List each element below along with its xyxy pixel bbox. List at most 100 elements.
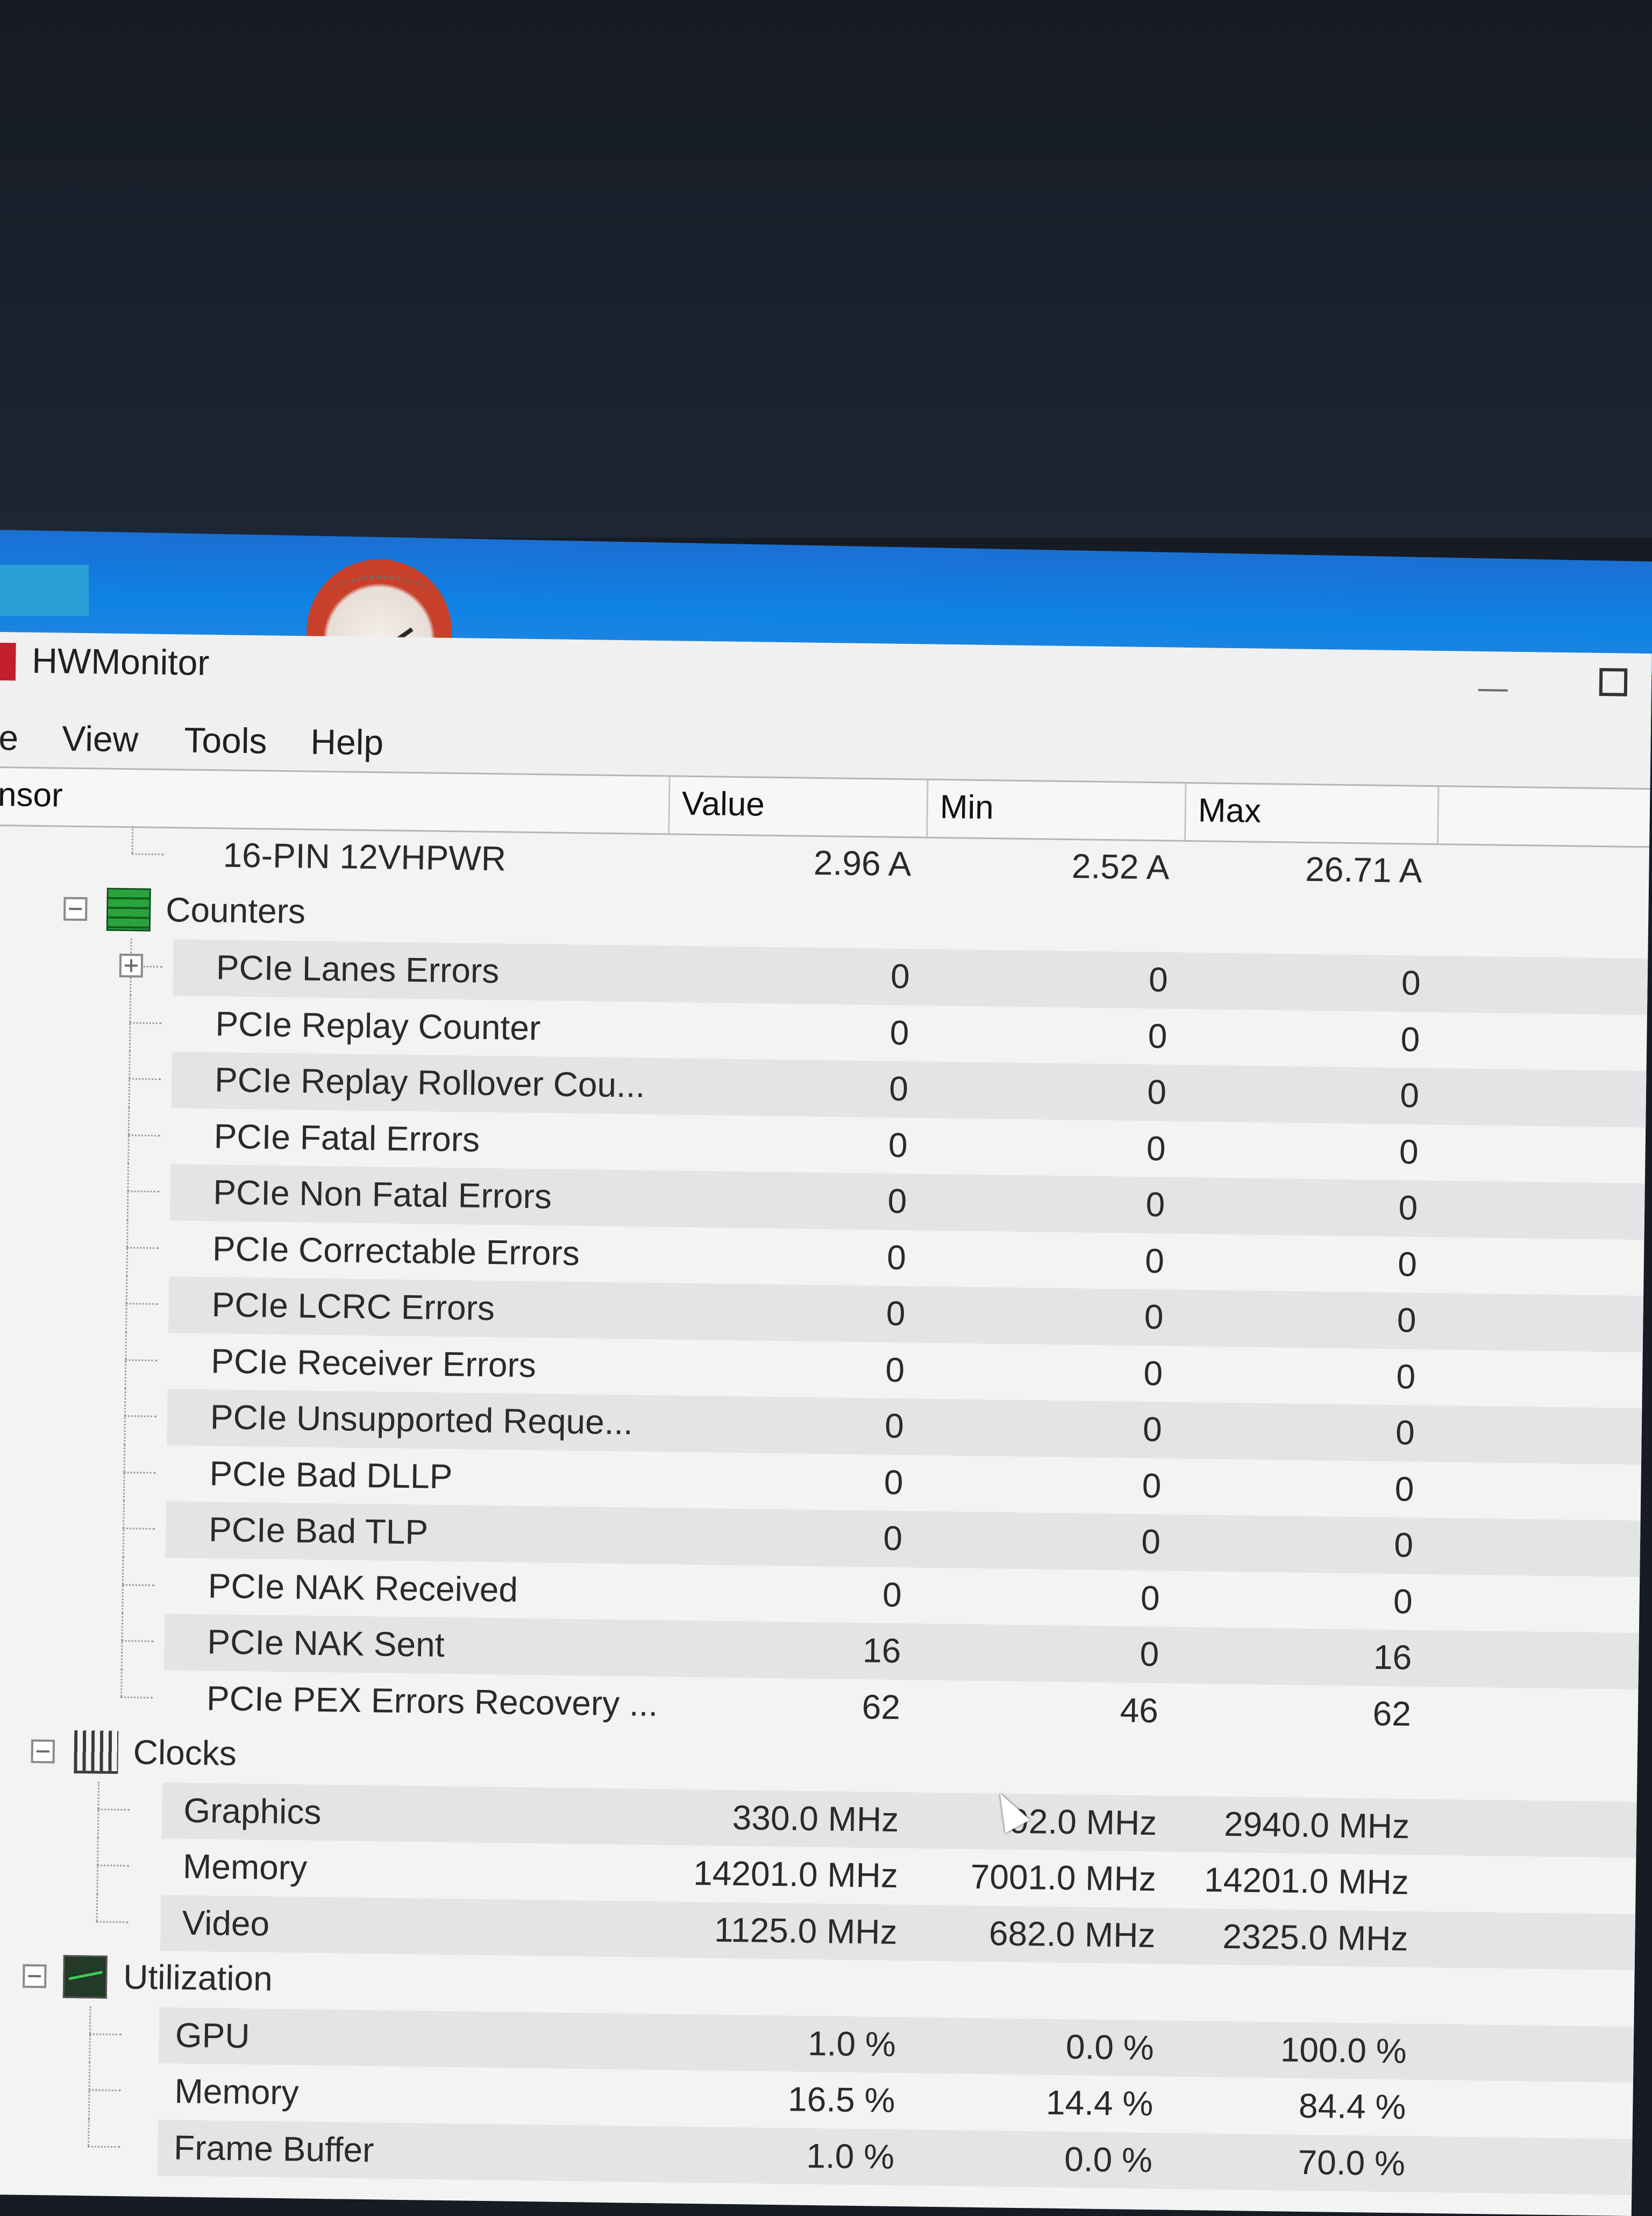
sensor-max: 0 (1397, 1244, 1418, 1284)
sensor-max: 0 (1396, 1356, 1416, 1396)
minimize-button[interactable] (1472, 667, 1516, 711)
collapse-toggle[interactable] (63, 897, 88, 921)
sensor-name: PCIe NAK Received (208, 1566, 518, 1609)
sensor-min: 0 (1144, 1297, 1164, 1337)
sensor-max: 0 (1393, 1581, 1413, 1621)
sensor-name: PCIe Correctable Errors (212, 1228, 580, 1273)
utilization-rows: GPU 1.0 % 0.0 % 100.0 % Memory 16.5 % 14.4 % 84… (0, 2005, 1634, 2195)
sensor-name: PCIe PEX Errors Recovery ... (206, 1678, 658, 1723)
taskbar-tile[interactable] (0, 565, 89, 616)
sensor-name: PCIe LCRC Errors (211, 1285, 495, 1328)
tree-branch (121, 1640, 154, 1642)
collapse-toggle[interactable] (23, 1964, 47, 1988)
sensor-value: 16 (862, 1631, 901, 1671)
sensor-value: 0 (886, 1294, 906, 1333)
sensor-min: 2.52 A (1071, 847, 1170, 887)
sensor-max: 2940.0 MHz (1223, 1804, 1410, 1845)
collapse-toggle[interactable] (31, 1739, 55, 1764)
sensor-value: 330.0 MHz (732, 1798, 899, 1839)
sensor-max: 0 (1395, 1413, 1415, 1452)
sensor-min: 0 (1147, 1073, 1167, 1112)
sensor-name: Graphics (183, 1791, 322, 1831)
hwmonitor-window: HWMonitor e View Tools Help nsor Value M… (0, 632, 1652, 2216)
tree-line (88, 2118, 90, 2146)
sensor-name: Video (182, 1903, 270, 1943)
tree-line (96, 1894, 98, 1921)
sensor-max: 84.4 % (1298, 2086, 1406, 2127)
menu-view[interactable]: View (62, 718, 139, 760)
sensor-tree: 16-PIN 12VHPWR 2.96 A 2.52 A 26.71 A Cou… (0, 825, 1649, 2195)
tree-branch (125, 1303, 158, 1305)
utilization-icon (62, 1955, 108, 1999)
clocks-icon (74, 1730, 119, 1774)
sensor-max: 0 (1397, 1301, 1416, 1340)
tree-branch (89, 2033, 122, 2035)
tree-branch (88, 2089, 121, 2092)
sensor-name: PCIe Replay Rollover Cou... (214, 1060, 645, 1105)
tree-line (120, 1669, 123, 1696)
sensor-max: 0 (1393, 1525, 1414, 1565)
sensor-max: 0 (1401, 963, 1421, 1003)
sensor-min: 0 (1144, 1241, 1165, 1280)
sensor-min: 0 (1145, 1184, 1165, 1224)
sensor-value: 0 (885, 1350, 905, 1389)
tree-line (131, 826, 134, 854)
desktop-background (0, 0, 1652, 538)
tree-branch (123, 1471, 156, 1474)
menu-help[interactable]: Help (310, 721, 384, 763)
sensor-name: PCIe Replay Counter (215, 1004, 541, 1047)
sensor-max: 0 (1399, 1076, 1420, 1115)
column-value[interactable]: Value (670, 777, 929, 837)
tree-branch (96, 1864, 130, 1867)
sensor-name: Memory (182, 1846, 308, 1887)
sensor-max: 2325.0 MHz (1222, 1916, 1408, 1958)
sensor-name: PCIe Receiver Errors (210, 1341, 537, 1384)
sensor-name: PCIe Bad TLP (208, 1510, 429, 1552)
counters-rows: PCIe Lanes Errors 0 0 0 PCIe Replay Counter 0… (0, 936, 1648, 1745)
sensor-value: 0 (888, 1125, 908, 1164)
sensor-name: PCIe NAK Sent (206, 1622, 445, 1664)
menu-file[interactable]: e (0, 717, 19, 758)
sensor-value: 0 (884, 1462, 903, 1502)
sensor-min: 0 (1140, 1634, 1159, 1674)
sensor-min: 0 (1141, 1522, 1161, 1561)
sensor-value: 2.96 A (813, 843, 912, 884)
tree-branch (122, 1583, 154, 1586)
sensor-min: 0.0 % (1064, 2139, 1153, 2179)
sensor-name: PCIe Bad DLLP (209, 1453, 453, 1496)
tree-branch (129, 1021, 162, 1024)
column-min[interactable]: Min (928, 780, 1187, 840)
tree-branch (127, 1190, 160, 1192)
maximize-button[interactable] (1599, 667, 1628, 697)
menu-tools[interactable]: Tools (184, 720, 267, 762)
sensor-value: 0 (889, 1013, 909, 1052)
sensor-max: 70.0 % (1298, 2142, 1406, 2183)
sensor-max: 62 (1372, 1694, 1412, 1734)
sensor-value: 1.0 % (806, 2136, 895, 2176)
tree-branch (97, 1808, 130, 1810)
sensor-name: Memory (174, 2071, 300, 2112)
sensor-min: 14.4 % (1045, 2083, 1153, 2123)
app-icon (0, 642, 16, 681)
sensor-min: 0 (1142, 1466, 1162, 1505)
sensor-value: 0 (883, 1518, 903, 1558)
expand-toggle[interactable] (119, 953, 144, 978)
sensor-max: 26.71 A (1305, 849, 1422, 890)
tree-branch (88, 2145, 120, 2148)
sensor-max: 14201.0 MHz (1204, 1860, 1409, 1902)
sensor-value: 0 (888, 1069, 909, 1109)
column-sensor[interactable]: nsor (0, 768, 671, 834)
sensor-value: 0 (890, 956, 910, 996)
column-max[interactable]: Max (1186, 783, 1440, 844)
sensor-min: 7001.0 MHz (970, 1857, 1157, 1899)
sensor-name: PCIe Non Fatal Errors (212, 1173, 552, 1216)
clocks-rows: Graphics 330.0 MHz ​92.0 MHz 2940.0 MHz Memo… (0, 1780, 1637, 1971)
sensor-min: 0 (1148, 960, 1169, 999)
sensor-value: 1.0 % (807, 2023, 896, 2064)
sensor-max: 0 (1398, 1188, 1418, 1227)
tree-branch (125, 1359, 158, 1361)
group-label: Utilization (123, 1957, 273, 1998)
sensor-value: 0 (887, 1181, 907, 1221)
sensor-name: Frame Buffer (173, 2127, 374, 2169)
sensor-max: 0 (1400, 1019, 1420, 1059)
